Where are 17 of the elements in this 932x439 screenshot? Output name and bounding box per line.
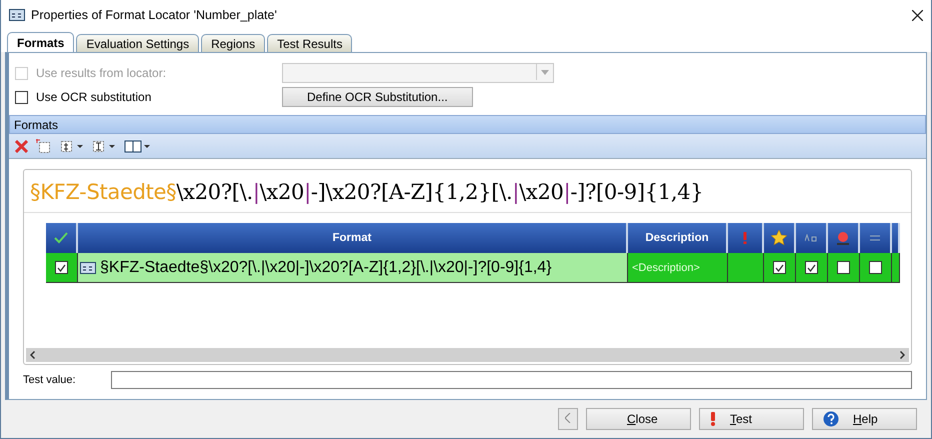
close-button[interactable]: Close: [586, 408, 691, 430]
help-button[interactable]: Help: [812, 408, 917, 430]
format-text: §KFZ-Staedte§\x20?[\.|\x20|-]\x20?[A-Z]{1,2}[\.|\x20|-]?[0-9]{1,4}: [100, 258, 552, 276]
column-header[interactable]: Format: [78, 223, 628, 253]
checkbox-label: Use OCR substitution: [36, 90, 152, 104]
test-button[interactable]: Test: [699, 408, 804, 430]
field-label: Test value:: [23, 374, 77, 386]
checkbox-label: Use results from locator:: [36, 66, 168, 80]
tab[interactable]: Test Results: [267, 34, 352, 52]
window-title: Properties of Format Locator 'Number_plate': [31, 8, 278, 22]
tab[interactable]: Regions: [201, 34, 266, 52]
tab[interactable]: Formats: [7, 32, 74, 52]
column-header[interactable]: Description: [628, 223, 728, 253]
tab[interactable]: Evaluation Settings: [76, 34, 200, 52]
format-expression: §KFZ-Staedte§\x20?[\.|\x20|-]\x20?[A-Z]{1,2}[\.|\x20|-]?[0-9]{1,4}: [24, 170, 911, 213]
define-ocr-button[interactable]: Define OCR Substitution...: [282, 87, 473, 107]
section-header: Formats: [9, 115, 926, 134]
